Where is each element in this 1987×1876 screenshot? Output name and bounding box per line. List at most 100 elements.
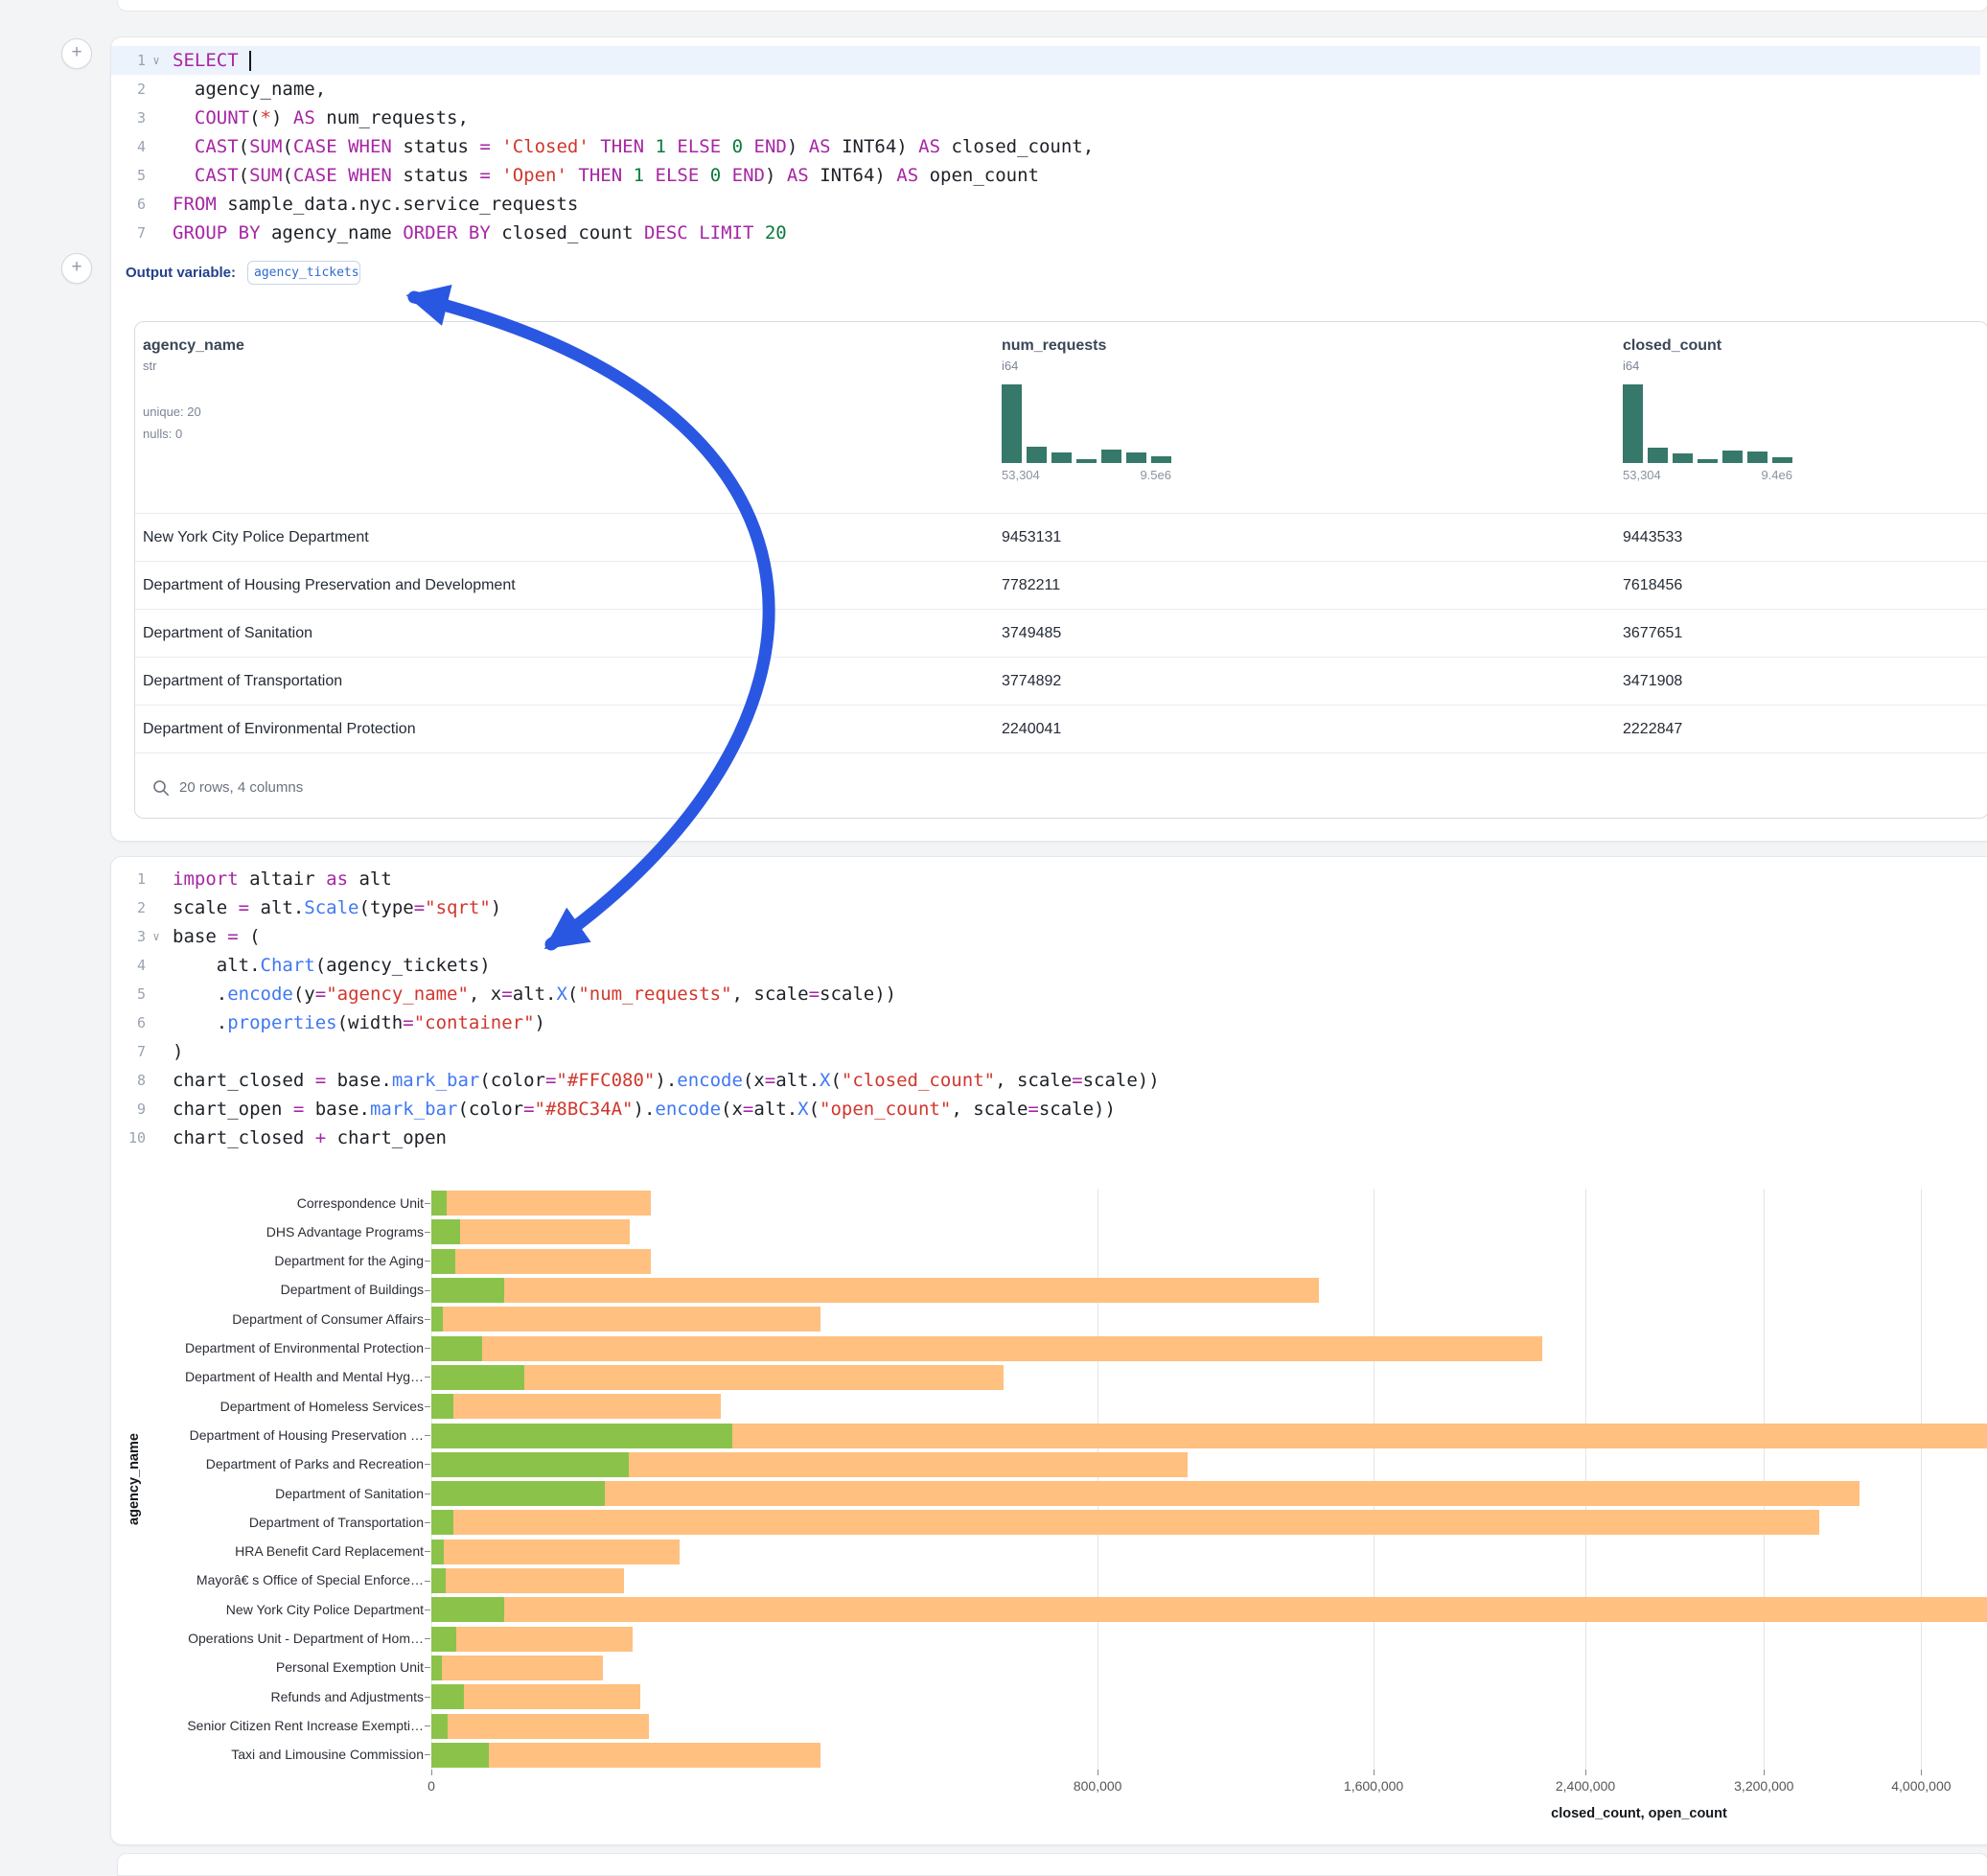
output-variable-label: Output variable: bbox=[126, 265, 236, 281]
code-line[interactable]: 1∨SELECT bbox=[111, 46, 1980, 75]
chart-bar-open bbox=[431, 1743, 489, 1768]
chart-y-axis-label: Refunds and Adjustments bbox=[0, 1689, 424, 1705]
chart-bar-open bbox=[431, 1424, 732, 1448]
table-cell: 3471908 bbox=[1623, 658, 1682, 705]
code-line[interactable]: 1 import altair as alt bbox=[111, 865, 1980, 893]
code-line[interactable]: 4 CAST(SUM(CASE WHEN status = 'Closed' T… bbox=[111, 132, 1980, 161]
code-line[interactable]: 3∨base = ( bbox=[111, 922, 1980, 951]
table-footer: 20 rows, 4 columns bbox=[135, 753, 1987, 819]
column-header[interactable]: num_requestsi6453,3049.5e6 bbox=[1002, 337, 1171, 482]
line-number: 3 bbox=[111, 928, 146, 945]
line-number: 1 bbox=[111, 52, 146, 69]
chart-bar-open bbox=[431, 1656, 442, 1680]
code-line[interactable]: 10chart_closed + chart_open bbox=[111, 1123, 1980, 1152]
line-number: 1 bbox=[111, 870, 146, 888]
chart-y-tick bbox=[425, 1319, 430, 1320]
chart-y-tick bbox=[425, 1551, 430, 1552]
code-line[interactable]: 5 CAST(SUM(CASE WHEN status = 'Open' THE… bbox=[111, 161, 1980, 190]
chart-y-axis-label: Mayorâ€ s Office of Special Enforce… bbox=[0, 1572, 424, 1588]
chart-y-axis-label: Department of Parks and Recreation bbox=[0, 1456, 424, 1472]
add-cell-button-output[interactable]: + bbox=[61, 253, 92, 284]
chart-y-tick bbox=[425, 1377, 430, 1378]
line-number: 6 bbox=[111, 1014, 146, 1031]
next-cell-edge bbox=[117, 1853, 1987, 1876]
code-line[interactable]: 2 scale = alt.Scale(type="sqrt") bbox=[111, 893, 1980, 922]
table-cell: Department of Environmental Protection bbox=[143, 706, 416, 753]
table-cell: Department of Housing Preservation and D… bbox=[143, 562, 516, 609]
code-text: import altair as alt bbox=[167, 869, 392, 890]
fold-icon[interactable]: ∨ bbox=[146, 930, 167, 943]
python-code-editor[interactable]: 1 import altair as alt 2 scale = alt.Scale(… bbox=[111, 865, 1980, 1152]
table-cell: 3749485 bbox=[1002, 610, 1061, 657]
chart-y-axis-label: Department of Housing Preservation … bbox=[0, 1427, 424, 1444]
chart-y-tick bbox=[425, 1697, 430, 1698]
chart-x-tick bbox=[1097, 1770, 1098, 1775]
chart-bar-open bbox=[431, 1191, 447, 1216]
code-text: scale = alt.Scale(type="sqrt") bbox=[167, 897, 501, 918]
code-text: CAST(SUM(CASE WHEN status = 'Closed' THE… bbox=[167, 136, 1094, 157]
code-line[interactable]: 7GROUP BY agency_name ORDER BY closed_co… bbox=[111, 219, 1980, 247]
chart-y-axis-label: DHS Advantage Programs bbox=[0, 1224, 424, 1240]
output-variable-chip[interactable]: agency_tickets bbox=[247, 261, 360, 285]
search-icon[interactable] bbox=[152, 779, 170, 797]
chart-bar-closed bbox=[431, 1743, 820, 1768]
altair-chart: closed_count, open_count agency_name 080… bbox=[0, 1189, 1987, 1841]
previous-cell-edge bbox=[117, 0, 1987, 12]
code-text: .properties(width="container") bbox=[167, 1012, 545, 1033]
column-header[interactable]: agency_namestrunique: 20nulls: 0 bbox=[143, 337, 244, 445]
sql-code-editor[interactable]: 1∨SELECT 2 agency_name,3 COUNT(*) AS num… bbox=[111, 46, 1980, 247]
chart-y-axis-label: Department of Homeless Services bbox=[0, 1399, 424, 1415]
table-cell: Department of Sanitation bbox=[143, 610, 312, 657]
chart-bar-closed bbox=[431, 1249, 651, 1274]
chart-y-axis-label: Senior Citizen Rent Increase Exempti… bbox=[0, 1718, 424, 1734]
code-line[interactable]: 2 agency_name, bbox=[111, 75, 1980, 104]
code-text: .encode(y="agency_name", x=alt.X("num_re… bbox=[167, 984, 896, 1005]
code-line[interactable]: 6 .properties(width="container") bbox=[111, 1008, 1980, 1037]
line-number: 2 bbox=[111, 899, 146, 916]
line-number: 5 bbox=[111, 985, 146, 1003]
code-line[interactable]: 4 alt.Chart(agency_tickets) bbox=[111, 951, 1980, 980]
histogram-bar bbox=[1051, 452, 1072, 463]
chart-x-axis-title: closed_count, open_count bbox=[1551, 1806, 1727, 1821]
line-number: 6 bbox=[111, 196, 146, 213]
row-count-label: 20 rows, 4 columns bbox=[179, 779, 303, 796]
table-cell: 7782211 bbox=[1002, 562, 1060, 609]
chart-y-axis-label: Operations Unit - Department of Hom… bbox=[0, 1631, 424, 1647]
chart-tick-label: 2,400,000 bbox=[1556, 1778, 1615, 1794]
table-cell: 9443533 bbox=[1623, 514, 1682, 561]
code-line[interactable]: 9chart_open = base.mark_bar(color="#8BC3… bbox=[111, 1095, 1980, 1123]
chart-y-tick bbox=[425, 1290, 430, 1291]
table-cell: 7618456 bbox=[1623, 562, 1682, 609]
chart-gridline bbox=[1764, 1189, 1765, 1770]
chart-y-tick bbox=[425, 1435, 430, 1436]
histogram-bar bbox=[1027, 447, 1047, 463]
chart-bar-closed bbox=[431, 1219, 630, 1244]
chart-bar-closed bbox=[431, 1714, 649, 1739]
add-cell-button-top[interactable]: + bbox=[61, 38, 92, 69]
histogram-range: 53,3049.4e6 bbox=[1623, 468, 1792, 482]
chart-bar-closed bbox=[431, 1481, 1860, 1506]
column-name: closed_count bbox=[1623, 337, 1792, 355]
table-cell: 3774892 bbox=[1002, 658, 1061, 705]
code-line[interactable]: 8chart_closed = base.mark_bar(color="#FF… bbox=[111, 1066, 1980, 1095]
chart-y-axis-label: Department of Buildings bbox=[0, 1282, 424, 1298]
code-line[interactable]: 7) bbox=[111, 1037, 1980, 1066]
code-line[interactable]: 6FROM sample_data.nyc.service_requests bbox=[111, 190, 1980, 219]
chart-y-axis-title: agency_name bbox=[127, 1433, 142, 1525]
code-line[interactable]: 3 COUNT(*) AS num_requests, bbox=[111, 104, 1980, 132]
chart-x-tick bbox=[431, 1770, 432, 1775]
histogram-bar bbox=[1101, 450, 1121, 463]
code-line[interactable]: 5 .encode(y="agency_name", x=alt.X("num_… bbox=[111, 980, 1980, 1008]
chart-y-axis-label: Department of Sanitation bbox=[0, 1486, 424, 1502]
chart-x-tick bbox=[1374, 1770, 1375, 1775]
histogram-bar bbox=[1076, 459, 1097, 463]
chart-bar-open bbox=[431, 1249, 455, 1274]
chart-bar-closed bbox=[431, 1394, 721, 1419]
chart-y-axis-label: Taxi and Limousine Commission bbox=[0, 1747, 424, 1763]
table-cell: 2222847 bbox=[1623, 706, 1682, 753]
column-header[interactable]: closed_counti6453,3049.4e6 bbox=[1623, 337, 1792, 482]
fold-icon[interactable]: ∨ bbox=[146, 54, 167, 67]
chart-y-axis-label: Department of Consumer Affairs bbox=[0, 1311, 424, 1328]
chart-bar-open bbox=[431, 1452, 629, 1477]
histogram-bar bbox=[1623, 384, 1643, 463]
